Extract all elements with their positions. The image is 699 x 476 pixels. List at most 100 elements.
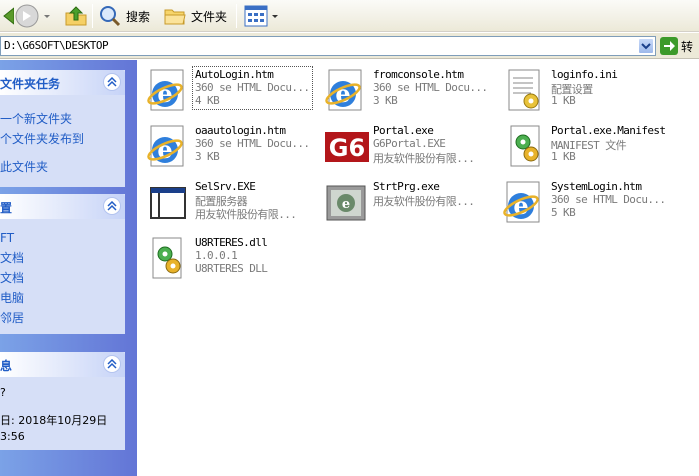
file-type: 用友软件股份有限... xyxy=(373,195,475,208)
file-name: loginfo.ini xyxy=(551,68,618,81)
address-input[interactable]: D:\G6SOFT\DESKTOP xyxy=(0,36,656,56)
file-type: 360 se HTML Docu... xyxy=(373,81,488,94)
ie-html-icon: e xyxy=(503,181,540,223)
file-list: e AutoLogin.htm 360 se HTML Docu... 4 KB… xyxy=(137,60,699,476)
file-name: SelSrv.EXE xyxy=(195,180,256,193)
go-arrow-icon xyxy=(660,37,678,55)
double-chevron-up-icon xyxy=(107,201,117,211)
file-size: 3 KB xyxy=(373,94,398,107)
folder-icon xyxy=(164,9,186,25)
dll-gear-icon xyxy=(152,237,182,279)
views-button[interactable] xyxy=(244,3,278,29)
details-header[interactable]: 息 xyxy=(0,352,125,377)
search-icon xyxy=(100,6,121,27)
address-dropdown-button[interactable] xyxy=(638,38,654,54)
address-bar: D:\G6SOFT\DESKTOP 转 xyxy=(0,33,699,59)
file-type: 360 se HTML Docu... xyxy=(195,137,310,150)
file-item[interactable]: e oaautologin.htm 360 se HTML Docu... 3 … xyxy=(137,122,312,170)
up-folder-icon xyxy=(65,6,87,26)
file-type: 1.0.0.1 xyxy=(195,249,238,262)
file-name: Portal.exe.Manifest xyxy=(551,124,666,137)
other-places-header[interactable]: 置 xyxy=(0,194,125,219)
other-places-panel: 置 FT 文档 文档 电脑 邻居 xyxy=(0,194,125,334)
svg-text:G6: G6 xyxy=(329,134,365,162)
file-name: oaautologin.htm xyxy=(195,124,286,137)
details-modified-time: 3:56 xyxy=(0,430,25,443)
collapse-button[interactable] xyxy=(103,355,121,373)
file-item[interactable]: loginfo.ini 配置设置 1 KB xyxy=(493,66,668,114)
other-places-title: 置 xyxy=(0,201,13,215)
ie-html-icon: e xyxy=(147,69,184,111)
file-name: StrtPrg.exe xyxy=(373,180,440,193)
up-folder-button[interactable] xyxy=(64,3,88,29)
views-grid-icon xyxy=(244,5,268,27)
place-link[interactable]: 文档 xyxy=(0,248,125,268)
file-item[interactable]: e SystemLogin.htm 360 se HTML Docu... 5 … xyxy=(493,178,668,226)
file-name: SystemLogin.htm xyxy=(551,180,642,193)
ini-config-icon xyxy=(508,69,540,111)
collapse-button[interactable] xyxy=(103,73,121,91)
file-size: 用友软件股份有限... xyxy=(195,208,297,221)
file-size: U8RTERES DLL xyxy=(195,262,268,275)
file-item[interactable]: e AutoLogin.htm 360 se HTML Docu... 4 KB xyxy=(137,66,313,114)
window-app-icon xyxy=(150,187,186,219)
ie-html-icon: e xyxy=(147,125,184,167)
folders-label: 文件夹 xyxy=(191,9,228,24)
double-chevron-up-icon xyxy=(107,359,117,369)
file-item[interactable]: Portal.exe.Manifest MANIFEST 文件 1 KB xyxy=(493,122,668,170)
file-size: 5 KB xyxy=(551,206,576,219)
place-link[interactable]: FT xyxy=(0,228,125,248)
forward-arrow-icon xyxy=(15,4,39,28)
toolbar: 搜索 文件夹 xyxy=(0,0,699,32)
folder-tasks-panel: 文件夹任务 一个新文件夹 个文件夹发布到 此文件夹 xyxy=(0,70,125,187)
file-item[interactable]: SelSrv.EXE 配置服务器 用友软件股份有限... xyxy=(137,178,312,226)
toolbar-separator xyxy=(92,4,93,28)
folders-button[interactable]: 文件夹 xyxy=(163,3,227,29)
manifest-gear-icon xyxy=(510,125,540,167)
g6-logo-icon: G6 xyxy=(325,132,369,162)
ie-html-icon: e xyxy=(325,69,362,111)
folder-tasks-header[interactable]: 文件夹任务 xyxy=(0,70,125,95)
task-share-folder-link[interactable]: 此文件夹 xyxy=(0,157,125,177)
task-publish-folder-link[interactable]: 个文件夹发布到 xyxy=(0,129,125,149)
file-size: 3 KB xyxy=(195,150,220,163)
place-link[interactable]: 文档 xyxy=(0,268,125,288)
file-item[interactable]: e fromconsole.htm 360 se HTML Docu... 3 … xyxy=(315,66,490,114)
search-button[interactable]: 搜索 xyxy=(98,3,150,29)
file-item[interactable]: e StrtPrg.exe 用友软件股份有限... xyxy=(315,178,490,226)
file-type: G6Portal.EXE xyxy=(373,137,446,150)
folder-tasks-title: 文件夹任务 xyxy=(0,77,61,91)
file-name: AutoLogin.htm xyxy=(195,68,274,81)
file-size: 1 KB xyxy=(551,94,576,107)
task-new-folder-link[interactable]: 一个新文件夹 xyxy=(0,109,125,129)
file-size: 用友软件股份有限... xyxy=(373,152,475,165)
file-item[interactable]: U8RTERES.dll 1.0.0.1 U8RTERES DLL xyxy=(137,234,312,282)
details-title: 息 xyxy=(0,359,13,373)
details-name: ? xyxy=(0,386,6,399)
file-size: 1 KB xyxy=(551,150,576,163)
file-name: U8RTERES.dll xyxy=(195,236,268,249)
file-name: fromconsole.htm xyxy=(373,68,464,81)
file-type: 360 se HTML Docu... xyxy=(195,81,310,94)
chevron-down-icon xyxy=(272,15,278,18)
strtprg-app-icon: e xyxy=(326,185,366,221)
place-link[interactable]: 电脑 xyxy=(0,288,125,308)
search-label: 搜索 xyxy=(126,9,151,24)
file-name: Portal.exe xyxy=(373,124,434,137)
file-size: 4 KB xyxy=(195,94,220,107)
double-chevron-up-icon xyxy=(107,77,117,87)
task-pane: 文件夹任务 一个新文件夹 个文件夹发布到 此文件夹 置 FT 文档 文档 电脑 … xyxy=(0,60,137,476)
address-path: D:\G6SOFT\DESKTOP xyxy=(4,39,109,52)
collapse-button[interactable] xyxy=(103,197,121,215)
file-item[interactable]: G6 Portal.exe G6Portal.EXE 用友软件股份有限... xyxy=(315,122,490,170)
chevron-down-icon xyxy=(44,15,50,18)
go-label: 转 xyxy=(681,39,694,54)
forward-button[interactable] xyxy=(14,3,50,29)
details-panel: 息 ? 日: 2018年10月29日 3:56 xyxy=(0,352,125,450)
chevron-down-icon xyxy=(641,43,651,50)
file-type: 360 se HTML Docu... xyxy=(551,193,666,206)
place-link[interactable]: 邻居 xyxy=(0,308,125,328)
svg-text:e: e xyxy=(342,197,350,212)
go-button[interactable]: 转 xyxy=(660,37,693,55)
details-modified-date: 日: 2018年10月29日 xyxy=(0,414,108,427)
